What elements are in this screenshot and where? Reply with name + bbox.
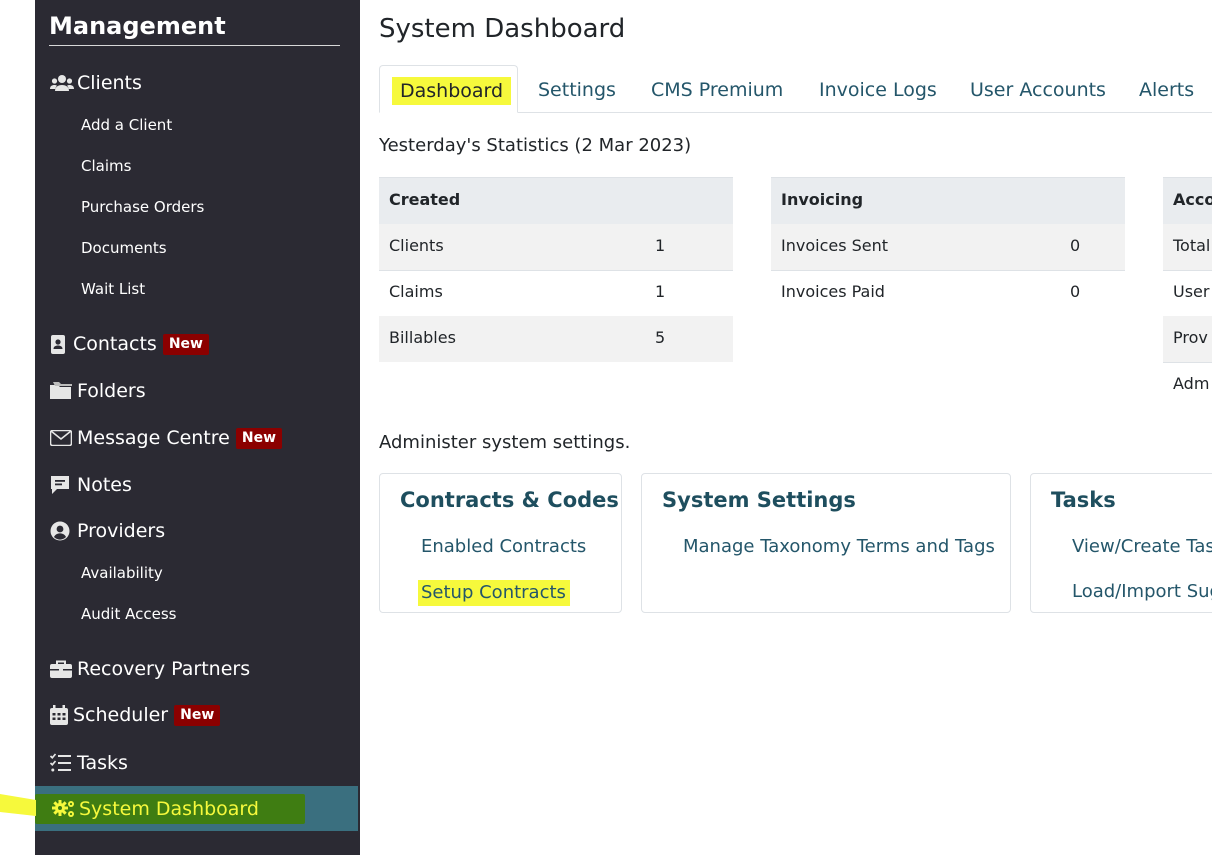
load-import-link[interactable]: Load/Import Sug [1072, 581, 1212, 602]
briefcase-icon [50, 659, 74, 679]
card-title: Contracts & Codes [400, 488, 619, 512]
row-value: 0 [1070, 282, 1081, 301]
new-badge: New [235, 427, 283, 449]
sidebar-item-label: Message Centre [77, 427, 230, 449]
table-row: User [1163, 270, 1212, 317]
sidebar-item-label: Recovery Partners [77, 658, 251, 680]
sidebar-item-scheduler[interactable]: Scheduler New [50, 704, 221, 726]
table-row: Prov [1163, 316, 1212, 363]
tab-alerts[interactable]: Alerts [1139, 65, 1194, 111]
sidebar-item-clients[interactable]: Clients [50, 72, 142, 94]
sidebar-item-label: Contacts [73, 333, 157, 355]
card-tasks: Tasks View/Create Tas Load/Import Sug [1030, 473, 1212, 613]
tab-bar: Dashboard Settings CMS Premium Invoice L… [379, 65, 1212, 113]
sidebar-item-tasks[interactable]: Tasks [50, 752, 128, 774]
created-table: Created Clients 1 Claims 1 Billables 5 [379, 177, 733, 362]
row-value: 0 [1070, 236, 1081, 255]
sidebar-item-label: System Dashboard [79, 798, 259, 820]
sidebar-item-folders[interactable]: Folders [50, 380, 146, 402]
accounts-table: Acco Total User Prov Adm [1163, 177, 1212, 409]
table-row: Billables 5 [379, 316, 733, 362]
card-contracts-codes: Contracts & Codes Enabled Contracts Setu… [379, 473, 622, 613]
sidebar-subitem-add-client[interactable]: Add a Client [81, 116, 172, 134]
table-header-label: Invoicing [781, 190, 864, 209]
table-row: Claims 1 [379, 270, 733, 317]
sidebar-item-message-centre[interactable]: Message Centre New [50, 427, 283, 449]
row-label: Prov [1173, 328, 1208, 347]
sidebar-subitem-documents[interactable]: Documents [81, 239, 167, 257]
row-label: Billables [389, 328, 456, 347]
gears-icon [52, 799, 76, 819]
row-label: Invoices Paid [781, 282, 885, 301]
sidebar-item-recovery-partners[interactable]: Recovery Partners [50, 658, 250, 680]
tab-dashboard[interactable]: Dashboard [379, 65, 518, 113]
table-row: Invoices Paid 0 [771, 270, 1125, 316]
users-icon [50, 73, 74, 93]
sidebar-subitem-availability[interactable]: Availability [81, 564, 163, 582]
table-header-label: Created [389, 190, 461, 209]
setup-contracts-link[interactable]: Setup Contracts [418, 580, 570, 606]
sidebar-item-contacts[interactable]: Contacts New [50, 333, 209, 355]
view-create-tasks-link[interactable]: View/Create Tas [1072, 536, 1212, 557]
sidebar-subitem-purchase-orders[interactable]: Purchase Orders [81, 198, 204, 216]
sidebar-subitem-wait-list[interactable]: Wait List [81, 280, 145, 298]
enabled-contracts-link[interactable]: Enabled Contracts [421, 536, 586, 557]
stats-caption: Yesterday's Statistics (2 Mar 2023) [379, 135, 692, 156]
table-header: Acco [1163, 177, 1212, 225]
invoicing-table: Invoicing Invoices Sent 0 Invoices Paid … [771, 177, 1125, 317]
row-label: Invoices Sent [781, 236, 889, 255]
table-header-label: Acco [1173, 190, 1212, 209]
row-label: User [1173, 282, 1210, 301]
row-label: Adm [1173, 374, 1210, 393]
manage-taxonomy-link[interactable]: Manage Taxonomy Terms and Tags [683, 536, 995, 557]
row-label: Total [1173, 236, 1211, 255]
sidebar-subitem-audit-access[interactable]: Audit Access [81, 605, 176, 623]
admin-caption: Administer system settings. [379, 432, 631, 453]
table-row: Total [1163, 224, 1212, 271]
sidebar-item-label: Folders [77, 380, 146, 402]
sidebar-item-label: Notes [77, 474, 132, 496]
sidebar-item-notes[interactable]: Notes [50, 474, 132, 496]
new-badge: New [162, 333, 209, 355]
highlight-stroke [0, 794, 36, 816]
checklist-icon [50, 753, 74, 773]
sidebar-item-providers[interactable]: Providers [50, 520, 165, 542]
row-label: Clients [389, 236, 444, 255]
card-title: System Settings [662, 488, 856, 512]
note-icon [50, 475, 74, 495]
table-header: Invoicing [771, 177, 1125, 225]
tab-label: Dashboard [392, 77, 512, 105]
contact-card-icon [50, 334, 70, 354]
card-tasks-clip: Tasks View/Create Tas Load/Import Sug [1030, 473, 1212, 613]
sidebar: Management Clients Add a Client Claims P… [35, 0, 360, 855]
tab-cms-premium[interactable]: CMS Premium [651, 65, 783, 111]
envelope-icon [50, 428, 74, 448]
sidebar-item-label: Providers [77, 520, 166, 542]
row-value: 5 [655, 328, 666, 347]
sidebar-item-label: Clients [77, 72, 142, 94]
row-value: 1 [655, 236, 666, 255]
sidebar-item-label: Tasks [77, 752, 128, 774]
calendar-icon [50, 705, 70, 725]
sidebar-title: Management [49, 12, 340, 46]
sidebar-subitem-claims[interactable]: Claims [81, 157, 131, 175]
folder-icon [50, 381, 74, 401]
table-row: Adm [1163, 362, 1212, 408]
card-title: Tasks [1051, 488, 1116, 512]
page-title: System Dashboard [379, 14, 626, 44]
new-badge: New [174, 704, 221, 726]
tab-user-accounts[interactable]: User Accounts [970, 65, 1106, 111]
row-label: Claims [389, 282, 443, 301]
row-value: 1 [655, 282, 666, 301]
tab-settings[interactable]: Settings [538, 65, 616, 111]
table-row: Invoices Sent 0 [771, 224, 1125, 271]
table-row: Clients 1 [379, 224, 733, 271]
table-header: Created [379, 177, 733, 225]
card-system-settings: System Settings Manage Taxonomy Terms an… [641, 473, 1011, 613]
tab-invoice-logs[interactable]: Invoice Logs [819, 65, 937, 111]
user-circle-icon [50, 521, 74, 541]
sidebar-item-label: Scheduler [73, 704, 169, 726]
sidebar-item-system-dashboard[interactable]: System Dashboard [50, 798, 259, 820]
